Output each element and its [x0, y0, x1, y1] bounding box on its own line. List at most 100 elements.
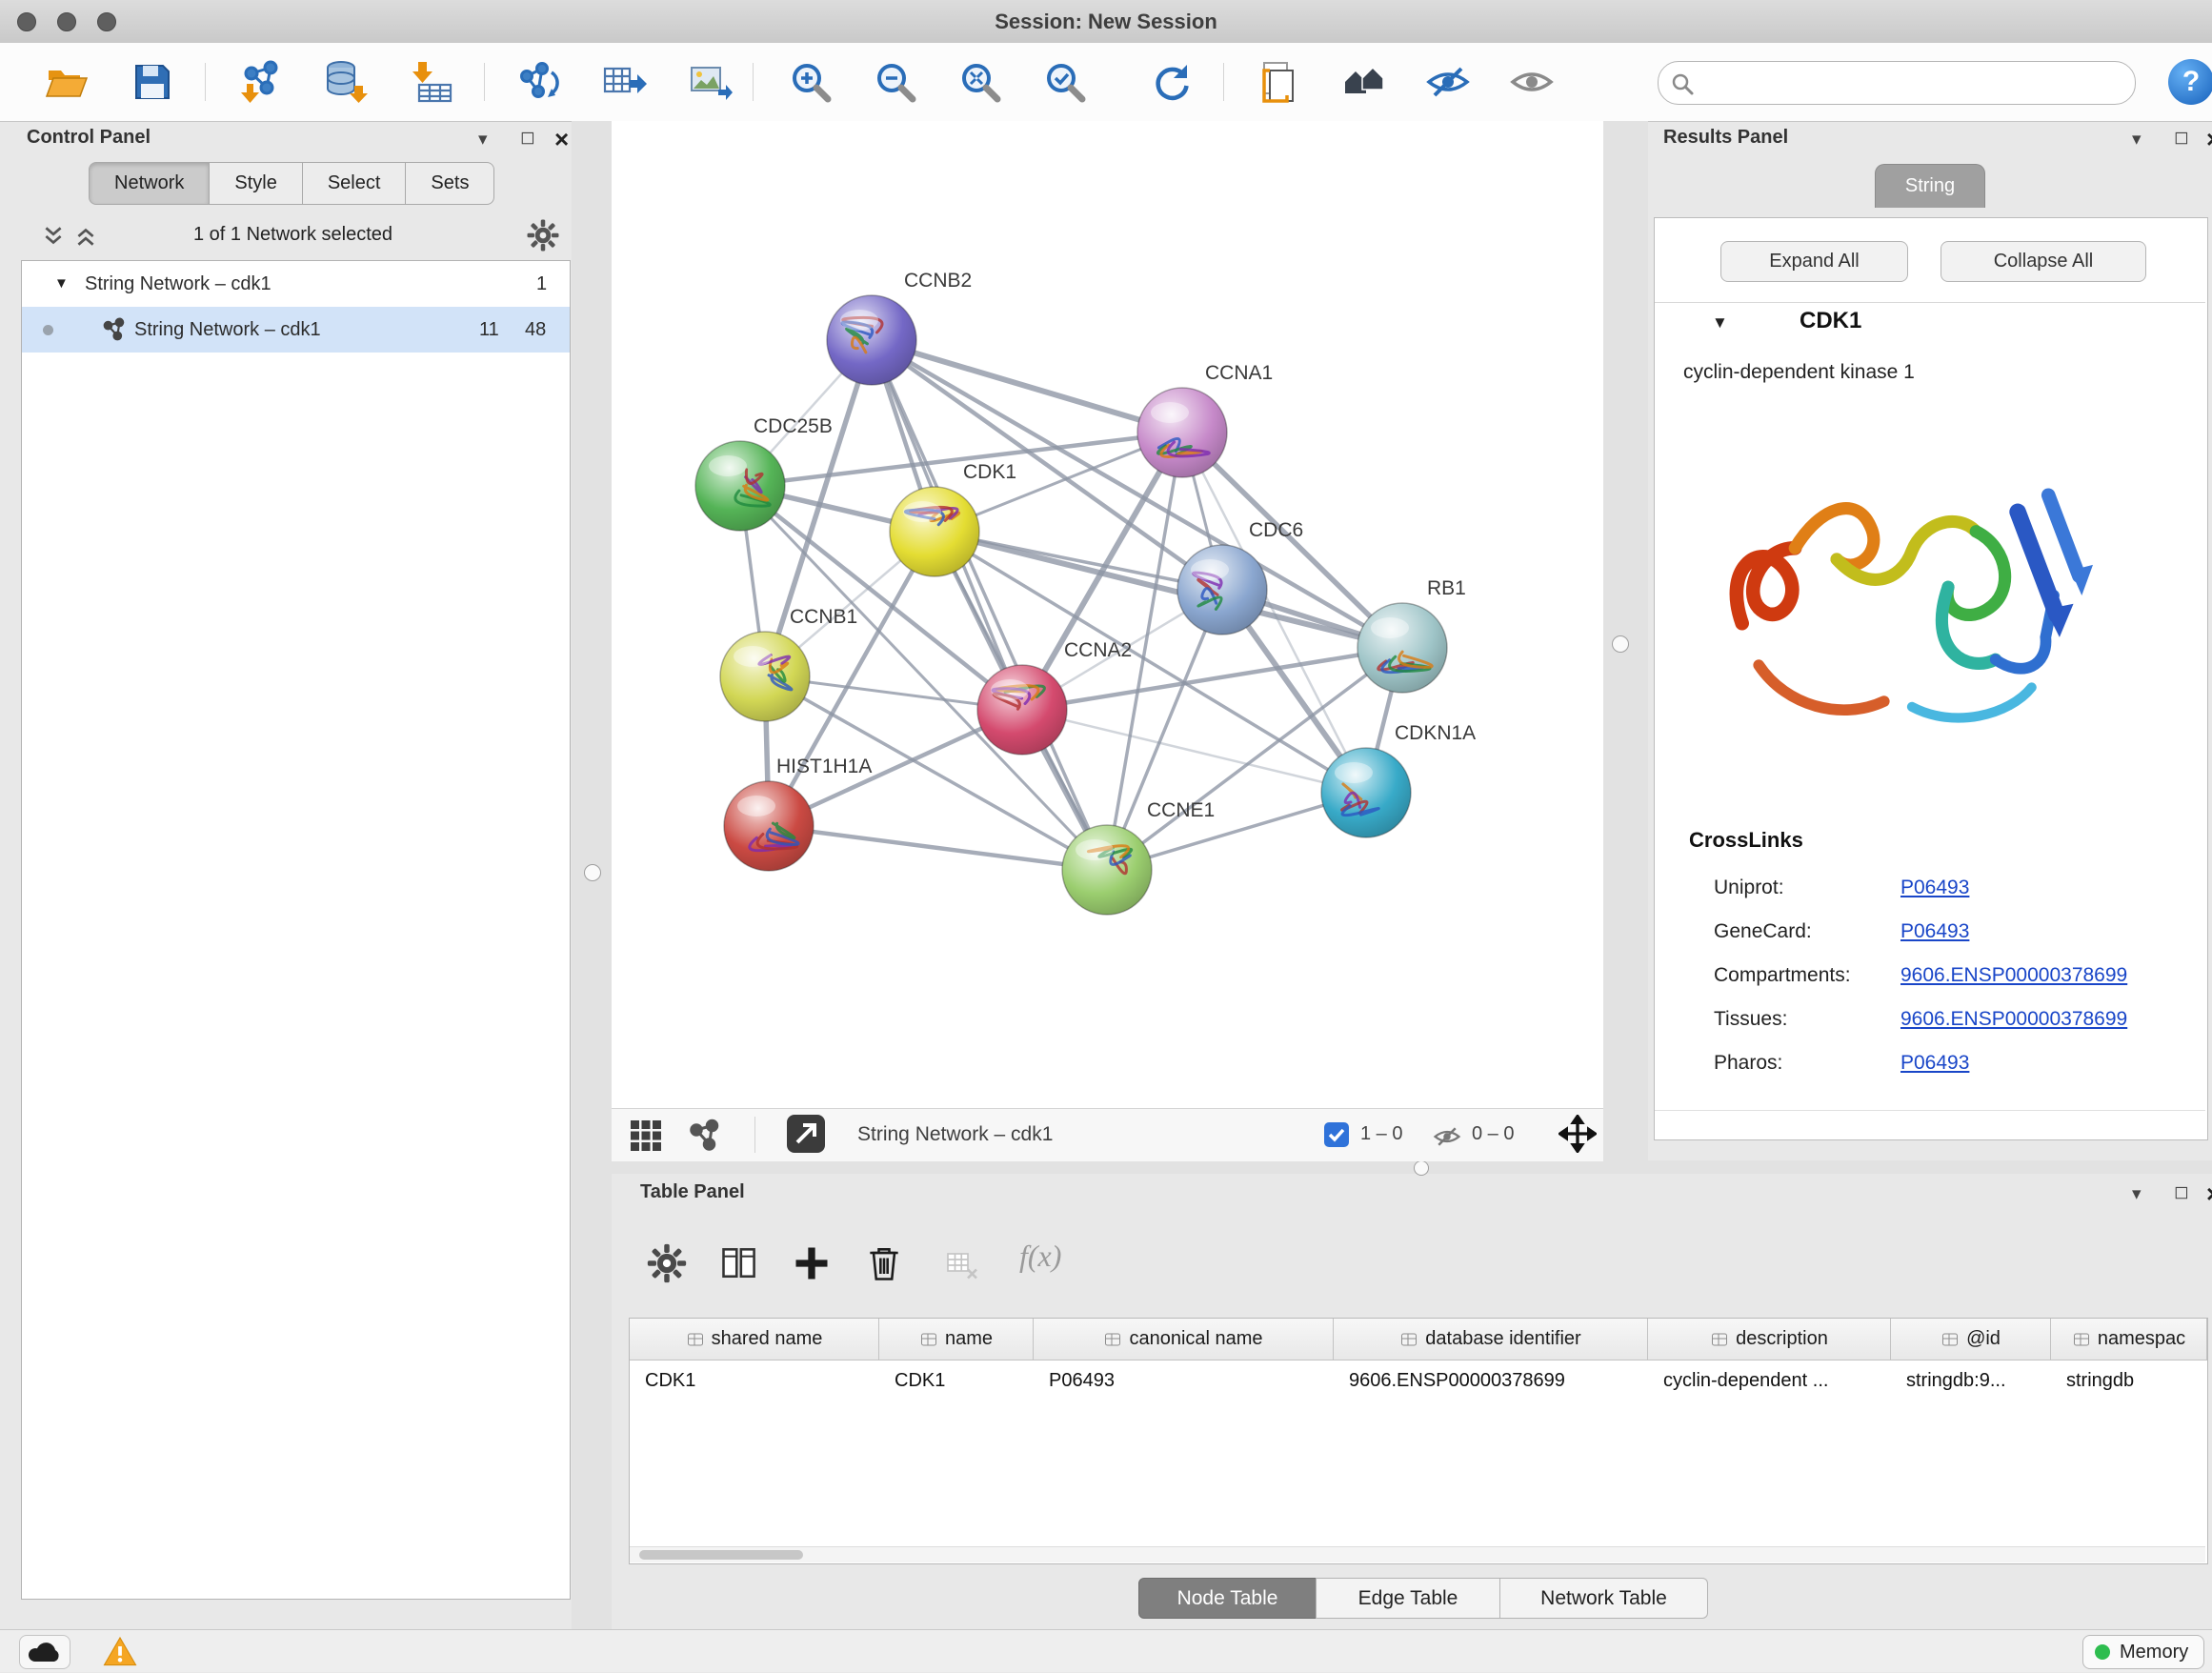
column-header-description[interactable]: description — [1648, 1319, 1891, 1361]
crosslink-value[interactable]: 9606.ENSP00000378699 — [1900, 964, 2127, 986]
show-columns-icon[interactable] — [718, 1242, 760, 1284]
float-panel-icon[interactable]: ◻ — [2174, 127, 2189, 149]
table-cell[interactable]: P06493 — [1034, 1361, 1334, 1400]
save-session-icon[interactable] — [130, 59, 175, 105]
scrollbar-thumb[interactable] — [639, 1550, 803, 1560]
tab-style[interactable]: Style — [209, 162, 302, 205]
hidden-eye-icon[interactable] — [1433, 1122, 1461, 1151]
import-network-file-icon[interactable] — [237, 59, 283, 105]
node-label-CCNE1: CCNE1 — [1147, 799, 1215, 821]
column-header-canonical-name[interactable]: canonical name — [1034, 1319, 1334, 1361]
cloud-button[interactable] — [19, 1635, 70, 1669]
open-in-new-icon[interactable] — [787, 1115, 825, 1153]
splitter-grip[interactable] — [584, 864, 601, 881]
float-panel-icon[interactable]: ◻ — [520, 127, 535, 149]
eye-slash-icon[interactable] — [1425, 59, 1471, 105]
network-canvas[interactable]: CCNB2CCNA1CDC25BCDK1CDC6RB1CCNB1CCNA2CDK… — [612, 121, 1603, 1108]
network-node-CCNB2[interactable] — [827, 295, 916, 385]
collapse-section-icon[interactable]: ▼ — [1712, 313, 1728, 333]
selected-checkbox-icon[interactable] — [1324, 1122, 1349, 1147]
crosslink-label: Pharos: — [1714, 1041, 1900, 1085]
gene-description: cyclin-dependent kinase 1 — [1683, 361, 1915, 384]
move-crosshair-icon[interactable] — [1558, 1115, 1597, 1153]
search-input[interactable] — [1704, 66, 2118, 100]
collapse-all-button[interactable]: Collapse All — [1941, 241, 2146, 282]
search-box[interactable] — [1658, 61, 2136, 105]
panel-menu-icon[interactable]: ▾ — [2132, 129, 2142, 151]
document-copy-icon[interactable] — [1255, 59, 1300, 105]
column-header--id[interactable]: @id — [1891, 1319, 2051, 1361]
houses-icon[interactable] — [1341, 59, 1387, 105]
table-cell[interactable]: 9606.ENSP00000378699 — [1334, 1361, 1648, 1400]
network-row[interactable]: String Network – cdk1 11 48 — [22, 307, 570, 353]
crosslink-value[interactable]: P06493 — [1900, 877, 1969, 898]
table-cell[interactable]: CDK1 — [879, 1361, 1034, 1400]
tab-node-table[interactable]: Node Table — [1138, 1578, 1317, 1619]
network-collection-row[interactable]: ▼ String Network – cdk1 1 — [22, 261, 570, 307]
crosslink-value[interactable]: P06493 — [1900, 1052, 1969, 1074]
grid-view-icon[interactable] — [629, 1119, 663, 1153]
delete-column-trash-icon[interactable] — [863, 1242, 905, 1284]
tab-select[interactable]: Select — [302, 162, 407, 205]
import-table-icon[interactable] — [408, 59, 453, 105]
tree-expand-icon[interactable]: ▼ — [54, 261, 69, 307]
splitter-grip[interactable] — [1612, 635, 1629, 653]
network-node-HIST1H1A[interactable] — [724, 781, 814, 871]
open-session-icon[interactable] — [44, 59, 90, 105]
network-node-CDK1[interactable] — [890, 487, 979, 576]
table-cell[interactable]: CDK1 — [630, 1361, 879, 1400]
zoom-in-icon[interactable] — [788, 59, 834, 105]
column-header-namespac[interactable]: namespac — [2051, 1319, 2207, 1361]
table-cell[interactable]: stringdb — [2051, 1361, 2207, 1400]
share-view-icon[interactable] — [688, 1119, 722, 1153]
network-node-RB1[interactable] — [1357, 603, 1447, 693]
node-label-CDKN1A: CDKN1A — [1395, 722, 1476, 744]
horizontal-scrollbar[interactable] — [630, 1546, 2205, 1562]
refresh-icon[interactable] — [1149, 59, 1195, 105]
column-header-database-identifier[interactable]: database identifier — [1334, 1319, 1648, 1361]
new-network-icon[interactable] — [515, 59, 561, 105]
help-icon[interactable]: ? — [2168, 59, 2212, 105]
table-cell[interactable]: stringdb:9... — [1891, 1361, 2051, 1400]
table-row[interactable]: CDK1CDK1P064939606.ENSP00000378699cyclin… — [630, 1361, 2205, 1400]
panel-menu-icon[interactable]: ▾ — [478, 129, 488, 151]
network-view[interactable]: CCNB2CCNA1CDC25BCDK1CDC6RB1CCNB1CCNA2CDK… — [612, 121, 1603, 1108]
close-panel-icon[interactable]: × — [2206, 1183, 2212, 1204]
zoom-fit-icon[interactable] — [957, 59, 1003, 105]
table-settings-gear-icon[interactable] — [646, 1242, 688, 1284]
warning-icon[interactable] — [103, 1635, 137, 1669]
close-panel-icon[interactable]: × — [554, 129, 569, 150]
tab-network-table[interactable]: Network Table — [1499, 1578, 1708, 1619]
gear-icon[interactable] — [526, 218, 560, 252]
add-column-plus-icon[interactable] — [791, 1242, 833, 1284]
memory-button[interactable]: Memory — [2082, 1635, 2204, 1669]
tab-network[interactable]: Network — [89, 162, 210, 205]
tab-string[interactable]: String — [1875, 164, 1985, 208]
import-network-database-icon[interactable] — [322, 59, 368, 105]
tab-edge-table[interactable]: Edge Table — [1316, 1578, 1500, 1619]
network-node-CCNA1[interactable] — [1137, 388, 1227, 477]
export-image-icon[interactable] — [687, 59, 733, 105]
crosslinks-list: Uniprot:P06493GeneCard:P06493Compartment… — [1714, 866, 2190, 1085]
export-table-icon[interactable] — [601, 59, 647, 105]
crosslink-value[interactable]: P06493 — [1900, 920, 1969, 942]
network-node-CDC25B[interactable] — [695, 441, 785, 531]
network-node-CDKN1A[interactable] — [1321, 748, 1411, 837]
panel-menu-icon[interactable]: ▾ — [2132, 1183, 2142, 1205]
crosslink-value[interactable]: 9606.ENSP00000378699 — [1900, 1008, 2127, 1030]
close-panel-icon[interactable]: × — [2206, 129, 2212, 150]
zoom-out-icon[interactable] — [873, 59, 918, 105]
network-node-CDC6[interactable] — [1177, 545, 1267, 635]
zoom-selected-icon[interactable] — [1042, 59, 1088, 105]
network-node-CCNA2[interactable] — [977, 665, 1067, 755]
function-builder-icon[interactable]: f(x) — [1019, 1239, 1061, 1274]
tab-sets[interactable]: Sets — [405, 162, 494, 205]
float-panel-icon[interactable]: ◻ — [2174, 1181, 2189, 1203]
table-cell[interactable]: cyclin-dependent ... — [1648, 1361, 1891, 1400]
expand-all-button[interactable]: Expand All — [1720, 241, 1908, 282]
eye-icon[interactable] — [1509, 59, 1555, 105]
column-header-shared-name[interactable]: shared name — [630, 1319, 879, 1361]
network-node-CCNB1[interactable] — [720, 632, 810, 721]
network-node-CCNE1[interactable] — [1062, 825, 1152, 915]
column-header-name[interactable]: name — [879, 1319, 1034, 1361]
